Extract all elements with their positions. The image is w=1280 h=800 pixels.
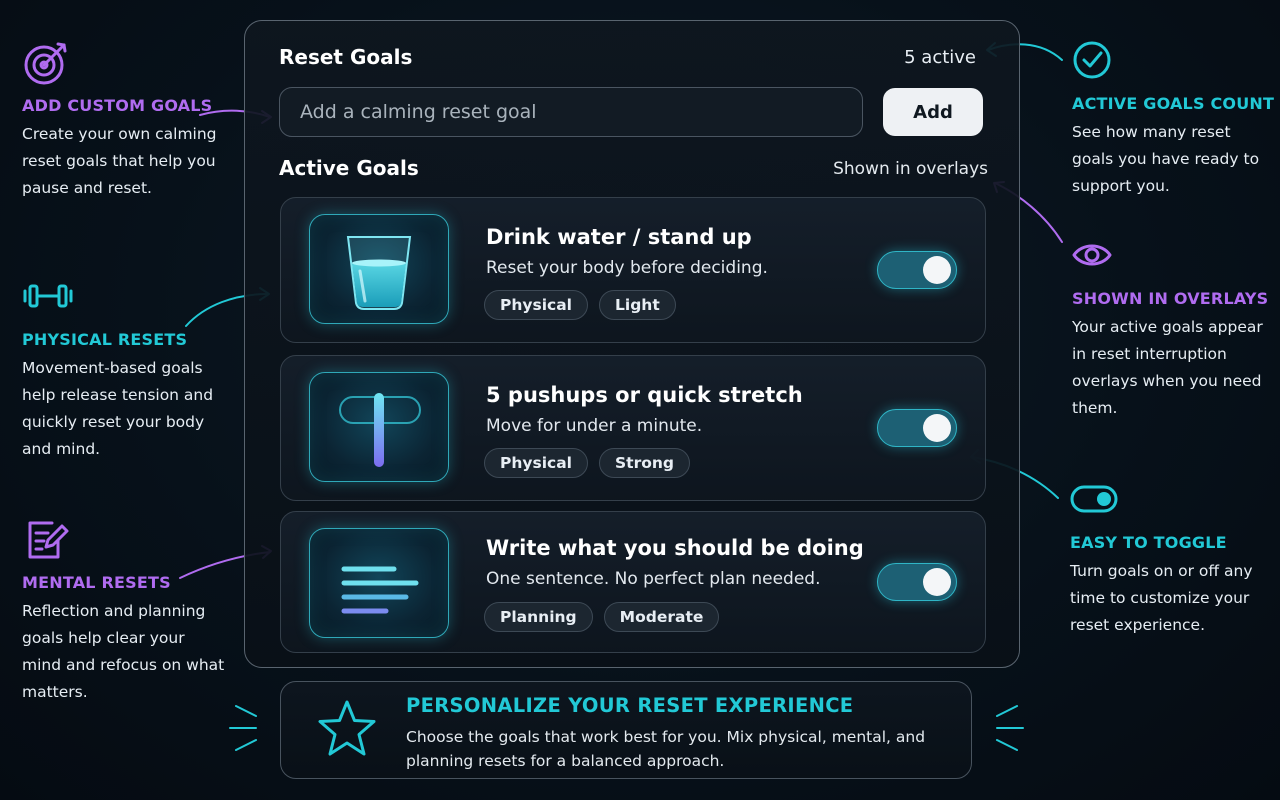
panel-title: Reset Goals <box>279 45 413 69</box>
callout-easy-to-toggle: EASY TO TOGGLE Turn goals on or off any … <box>1070 475 1270 639</box>
goal-subtitle: One sentence. No perfect plan needed. <box>486 569 821 589</box>
callout-mental-resets: MENTAL RESETS Reflection and planning go… <box>22 515 227 706</box>
shown-in-overlays-note: Shown in overlays <box>833 159 988 179</box>
tag-moderate: Moderate <box>603 602 720 632</box>
check-circle-icon <box>1072 36 1120 84</box>
goal-toggle[interactable] <box>877 409 957 447</box>
active-goals-count: 5 active <box>904 47 976 68</box>
callout-physical-resets: PHYSICAL RESETS Movement-based goals hel… <box>22 272 222 463</box>
callout-description: Turn goals on or off any time to customi… <box>1070 562 1253 634</box>
callout-title: ADD CUSTOM GOALS <box>22 96 213 115</box>
tag-planning: Planning <box>484 602 593 632</box>
water-glass-icon <box>309 214 449 324</box>
goal-title: Drink water / stand up <box>486 225 752 249</box>
goal-card-write-plan: Write what you should be doing One sente… <box>280 511 986 653</box>
edit-note-icon <box>22 515 70 563</box>
callout-title: PHYSICAL RESETS <box>22 330 188 349</box>
goal-title: Write what you should be doing <box>486 536 864 560</box>
reset-goals-panel: Reset Goals 5 active Add Active Goals Sh… <box>244 20 1020 668</box>
goal-card-drink-water: Drink water / stand up Reset your body b… <box>280 197 986 343</box>
banner-description: Choose the goals that work best for you.… <box>406 728 926 770</box>
callout-description: See how many reset goals you have ready … <box>1072 123 1260 195</box>
callout-description: Your active goals appear in reset interr… <box>1072 318 1263 417</box>
stretch-bar-icon <box>309 372 449 482</box>
toggle-knob <box>923 256 951 284</box>
target-icon <box>22 38 70 86</box>
goal-tags: Physical Strong <box>484 448 690 478</box>
goal-subtitle: Move for under a minute. <box>486 416 703 436</box>
tag-strong: Strong <box>599 448 690 478</box>
callout-description: Create your own calming reset goals that… <box>22 125 217 197</box>
active-goals-heading: Active Goals <box>279 156 419 180</box>
goal-tags: Physical Light <box>484 290 676 320</box>
eye-icon <box>1072 231 1120 279</box>
callout-shown-in-overlays: SHOWN IN OVERLAYS Your active goals appe… <box>1072 231 1272 422</box>
tag-light: Light <box>599 290 676 320</box>
goal-subtitle: Reset your body before deciding. <box>486 258 768 278</box>
banner-title: PERSONALIZE YOUR RESET EXPERIENCE <box>406 694 854 717</box>
callout-title: EASY TO TOGGLE <box>1070 533 1227 552</box>
goal-tags: Planning Moderate <box>484 602 720 632</box>
goal-toggle[interactable] <box>877 563 957 601</box>
star-icon <box>314 697 380 761</box>
dumbbell-icon <box>22 272 73 320</box>
callout-add-custom-goals: ADD CUSTOM GOALS Create your own calming… <box>22 38 242 202</box>
text-lines-icon <box>309 528 449 638</box>
goal-title: 5 pushups or quick stretch <box>486 383 803 407</box>
toggle-icon <box>1070 475 1118 523</box>
callout-description: Movement-based goals help release tensio… <box>22 359 214 458</box>
add-goal-button[interactable]: Add <box>883 88 983 136</box>
toggle-knob <box>923 414 951 442</box>
callout-active-goals-count: ACTIVE GOALS COUNT See how many reset go… <box>1072 36 1275 200</box>
goal-toggle[interactable] <box>877 251 957 289</box>
tag-physical: Physical <box>484 290 588 320</box>
tag-physical: Physical <box>484 448 588 478</box>
callout-title: SHOWN IN OVERLAYS <box>1072 289 1269 308</box>
personalize-banner: PERSONALIZE YOUR RESET EXPERIENCE Choose… <box>280 681 972 779</box>
callout-title: ACTIVE GOALS COUNT <box>1072 94 1275 113</box>
add-goal-input[interactable] <box>279 87 863 137</box>
callout-description: Reflection and planning goals help clear… <box>22 602 225 701</box>
toggle-knob <box>923 568 951 596</box>
callout-title: MENTAL RESETS <box>22 573 171 592</box>
goal-card-pushups: 5 pushups or quick stretch Move for unde… <box>280 355 986 501</box>
